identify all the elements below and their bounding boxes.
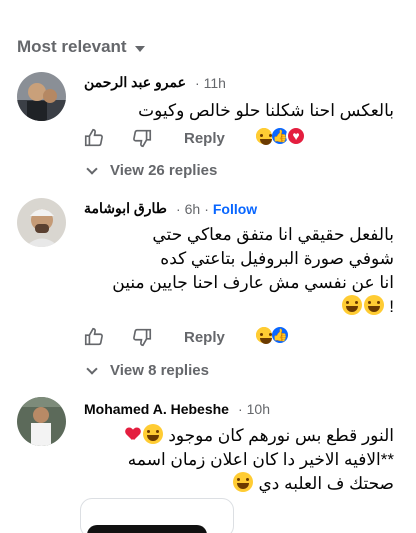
comment-line: صحتك ف العلبه دي — [258, 474, 394, 493]
comment-meta: عمرو عبد الرحمن · 11h — [84, 74, 226, 91]
comment-actions — [83, 326, 153, 348]
comment-line: النور قطع بس نورهم كان موجود — [168, 426, 394, 445]
view-replies-button[interactable]: View 26 replies — [86, 162, 218, 179]
commenter-name[interactable]: عمرو عبد الرحمن — [84, 74, 186, 91]
commenter-name[interactable]: طارق ابوشامة — [84, 200, 167, 217]
comment-line: شوفي صورة البروفيل بتاعتي كده — [160, 249, 394, 268]
comment-line: بالفعل حقيقي انا متفق معاكي حتي — [152, 225, 394, 244]
comment-line: ! — [389, 297, 394, 316]
like-icon[interactable] — [83, 127, 105, 149]
comments-panel: Most relevant عمرو عبد الرحمن · 11h بالع… — [0, 0, 416, 533]
laughing-emoji-icon — [232, 472, 253, 492]
laughing-emoji-icon — [142, 424, 163, 444]
comment-time[interactable]: 10h — [247, 401, 270, 417]
avatar[interactable] — [17, 397, 66, 446]
reply-button[interactable]: Reply — [184, 329, 225, 346]
chevron-down-icon — [86, 362, 98, 375]
like-reaction-icon: 👍 — [270, 325, 290, 345]
view-replies-label: View 26 replies — [110, 162, 218, 179]
comment-meta: Mohamed A. Hebeshe · 10h — [84, 401, 270, 417]
comment-line: بالعكس احنا شكلنا حلو خالص وكيوت — [138, 101, 394, 120]
comment-text: بالفعل حقيقي انا متفق معاكي حتي شوفي صور… — [112, 223, 394, 319]
sort-label: Most relevant — [17, 37, 127, 56]
like-icon[interactable] — [83, 326, 105, 348]
avatar[interactable] — [17, 72, 66, 121]
sort-dropdown[interactable]: Most relevant — [17, 37, 145, 57]
view-replies-label: View 8 replies — [110, 362, 209, 379]
chevron-down-icon — [134, 45, 145, 52]
comment-actions — [83, 127, 153, 149]
laughing-emoji-icon — [363, 295, 384, 315]
reaction-summary[interactable]: 👍 ♥ — [254, 126, 306, 146]
follow-button[interactable]: Follow — [213, 201, 257, 217]
laughing-emoji-icon — [341, 295, 362, 315]
attached-image[interactable] — [80, 498, 234, 533]
avatar[interactable] — [17, 198, 66, 247]
reaction-summary[interactable]: 👍 — [254, 325, 290, 345]
comment-line: **الافيه الاخير دا كان اعلان زمان اسمه — [127, 450, 394, 469]
heart-emoji-icon — [126, 428, 140, 442]
comment-line: انا عن نفسي مش عارف احنا جايين منين — [112, 273, 394, 292]
dislike-icon[interactable] — [131, 127, 153, 149]
comment-text: النور قطع بس نورهم كان موجود **الافيه ال… — [124, 424, 394, 496]
comment-time[interactable]: 6h — [185, 201, 201, 217]
view-replies-button[interactable]: View 8 replies — [86, 362, 209, 379]
dislike-icon[interactable] — [131, 326, 153, 348]
reply-button[interactable]: Reply — [184, 130, 225, 147]
love-reaction-icon: ♥ — [286, 126, 306, 146]
commenter-name[interactable]: Mohamed A. Hebeshe — [84, 401, 229, 417]
chevron-down-icon — [86, 162, 98, 175]
comment-time[interactable]: 11h — [204, 75, 226, 91]
comment-text: بالعكس احنا شكلنا حلو خالص وكيوت — [138, 99, 394, 122]
comment-meta: طارق ابوشامة · 6h · Follow — [84, 200, 258, 217]
